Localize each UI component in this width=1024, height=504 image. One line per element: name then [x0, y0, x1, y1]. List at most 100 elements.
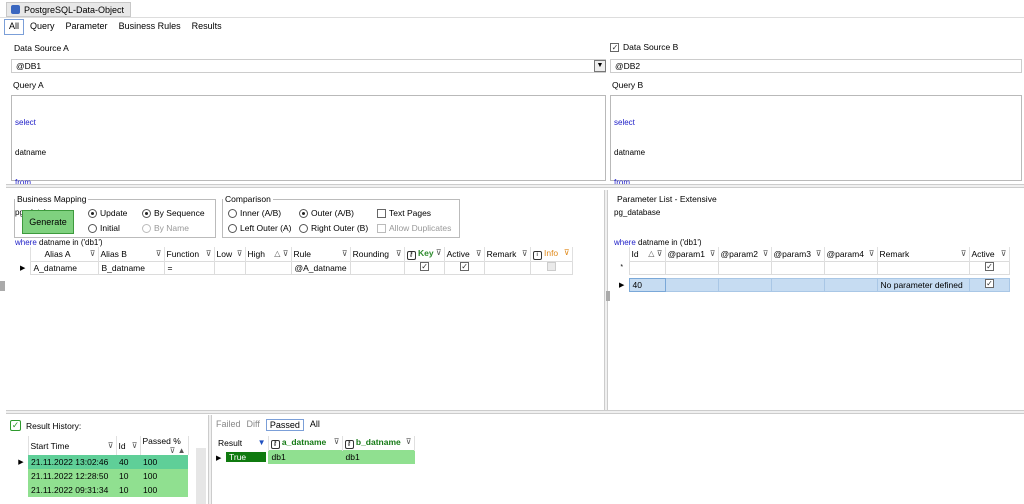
col-param1[interactable]: @param1 ⊽ — [665, 247, 719, 261]
col-b-datname[interactable]: ⚷ b_datname ⊽ — [342, 436, 415, 450]
splitter-grip[interactable] — [606, 291, 610, 301]
left-splitter-grip[interactable] — [0, 281, 5, 291]
col-alias-b[interactable]: Alias B ⊽ — [98, 247, 165, 261]
horizontal-splitter[interactable] — [6, 184, 1024, 188]
tab-all[interactable]: All — [4, 19, 25, 35]
data-source-b-combo[interactable]: @DB2 — [610, 59, 1022, 73]
inner-join-radio[interactable]: Inner (A/B) — [228, 208, 281, 218]
cell-param2[interactable] — [717, 277, 772, 292]
cell-low[interactable] — [213, 260, 246, 275]
cell-rounding[interactable] — [349, 260, 405, 275]
cell-active[interactable] — [968, 260, 1010, 275]
horizontal-splitter-bottom[interactable] — [6, 410, 1024, 414]
row-header-cell — [14, 436, 29, 455]
col-param4[interactable]: @param4 ⊽ — [824, 247, 878, 261]
col-function[interactable]: Function ⊽ — [164, 247, 215, 261]
col-id[interactable]: Id △ ⊽ — [629, 247, 666, 261]
left-outer-radio[interactable]: Left Outer (A) — [228, 223, 292, 233]
col-info[interactable]: i Info ⊽ — [530, 247, 573, 261]
cell-remark[interactable] — [483, 260, 531, 275]
new-row[interactable]: * — [615, 260, 1010, 275]
col-rule[interactable]: Rule ⊽ — [291, 247, 351, 261]
by-name-radio[interactable]: By Name — [142, 223, 189, 233]
col-result[interactable]: Result ▼ — [216, 436, 269, 450]
tab-passed[interactable]: Passed — [265, 419, 304, 431]
data-source-a-combo[interactable]: @DB1 — [11, 59, 606, 73]
document-tab[interactable]: PostgreSQL-Data-Object — [6, 2, 132, 17]
tab-business-rules[interactable]: Business Rules — [114, 19, 186, 35]
table-row[interactable]: ▶ A_datname B_datname = @A_datname — [16, 260, 573, 275]
cell-id[interactable]: 40 — [628, 277, 666, 292]
col-id[interactable]: Id ⊽ — [116, 436, 141, 455]
cell-remark[interactable]: No parameter defined — [876, 277, 970, 292]
cell-param4[interactable] — [823, 277, 878, 292]
cell[interactable] — [664, 260, 719, 275]
key-checkbox[interactable] — [419, 262, 429, 271]
by-sequence-radio[interactable]: By Sequence — [142, 208, 205, 218]
update-radio[interactable]: Update — [88, 208, 127, 218]
text-pages-checkbox[interactable]: Text Pages — [377, 208, 431, 218]
data-source-b-toggle[interactable]: Data Source B — [610, 42, 678, 52]
allow-duplicates-checkbox[interactable]: Allow Duplicates — [377, 223, 451, 233]
active-checkbox[interactable] — [984, 262, 994, 271]
cell-high[interactable] — [244, 260, 292, 275]
vertical-splitter-bottom[interactable] — [208, 415, 212, 504]
cell-function[interactable]: = — [163, 260, 215, 275]
cell-result[interactable]: ▶ True — [216, 450, 268, 463]
right-outer-radio[interactable]: Right Outer (B) — [299, 223, 368, 233]
cell[interactable] — [717, 260, 772, 275]
cell-alias-a[interactable]: A_datname — [29, 260, 99, 275]
table-row[interactable]: ▶ 40 No parameter defined — [615, 277, 1010, 292]
table-row[interactable]: 21.11.2022 09:31:34 10 100 — [14, 483, 188, 497]
initial-radio[interactable]: Initial — [88, 223, 120, 233]
query-a-editor[interactable]: select datname from pg_database where da… — [11, 95, 606, 247]
cell-param3[interactable] — [770, 277, 825, 292]
col-remark[interactable]: Remark ⊽ — [877, 247, 970, 261]
cell-active[interactable] — [968, 277, 1010, 292]
cell-info[interactable] — [529, 260, 573, 275]
history-scrollbar[interactable] — [196, 448, 206, 504]
cell[interactable] — [770, 260, 825, 275]
col-key[interactable]: ⚷ Key ⊽ — [404, 247, 445, 261]
check-icon[interactable]: ✓ — [10, 420, 21, 431]
generate-button[interactable]: Generate — [22, 210, 74, 234]
col-rounding[interactable]: Rounding ⊽ — [350, 247, 405, 261]
data-source-b-checkbox[interactable] — [610, 42, 619, 52]
tab-failed[interactable]: Failed — [216, 419, 241, 431]
cell-param1[interactable] — [664, 277, 719, 292]
col-param3[interactable]: @param3 ⊽ — [771, 247, 825, 261]
tab-parameter[interactable]: Parameter — [61, 19, 113, 35]
cell[interactable] — [628, 260, 666, 275]
col-a-datname[interactable]: ⚷ a_datname ⊽ — [268, 436, 343, 450]
active-checkbox[interactable] — [459, 262, 469, 271]
query-b-editor[interactable]: select datname from pg_database where da… — [610, 95, 1022, 247]
col-low[interactable]: Low ⊽ — [214, 247, 246, 261]
col-remark[interactable]: Remark ⊽ — [484, 247, 531, 261]
col-alias-a[interactable]: Alias A ⊽ — [30, 247, 99, 261]
cell[interactable] — [823, 260, 878, 275]
cell[interactable] — [876, 260, 970, 275]
tab-results[interactable]: Results — [187, 19, 227, 35]
active-checkbox[interactable] — [984, 279, 994, 288]
col-active[interactable]: Active ⊽ — [969, 247, 1010, 261]
col-start-time[interactable]: Start Time ⊽ — [28, 436, 117, 455]
tab-diff[interactable]: Diff — [247, 419, 260, 431]
cell-active[interactable] — [443, 260, 485, 275]
cell-key[interactable] — [403, 260, 445, 275]
cell-rule[interactable]: @A_datname — [290, 260, 351, 275]
tab-all[interactable]: All — [310, 419, 320, 431]
col-passed[interactable]: Passed % ⊽ ▲ — [140, 436, 189, 455]
chevron-down-icon[interactable]: ▼ — [594, 60, 606, 72]
tab-query[interactable]: Query — [25, 19, 60, 35]
col-param2[interactable]: @param2 ⊽ — [718, 247, 772, 261]
table-row[interactable]: 21.11.2022 12:28:50 10 100 — [14, 469, 188, 483]
col-active[interactable]: Active ⊽ — [444, 247, 485, 261]
vertical-splitter[interactable] — [604, 190, 608, 414]
outer-join-radio[interactable]: Outer (A/B) — [299, 208, 354, 218]
sort-filter-icon: △ ⊽ — [648, 248, 663, 258]
table-row[interactable]: ▶ True db1 db1 — [216, 449, 415, 464]
table-row[interactable]: ▶ 21.11.2022 13:02:46 40 100 — [14, 455, 188, 469]
cell-passed: 100 — [143, 457, 158, 467]
cell-alias-b[interactable]: B_datname — [97, 260, 165, 275]
col-high[interactable]: High △ ⊽ — [245, 247, 292, 261]
